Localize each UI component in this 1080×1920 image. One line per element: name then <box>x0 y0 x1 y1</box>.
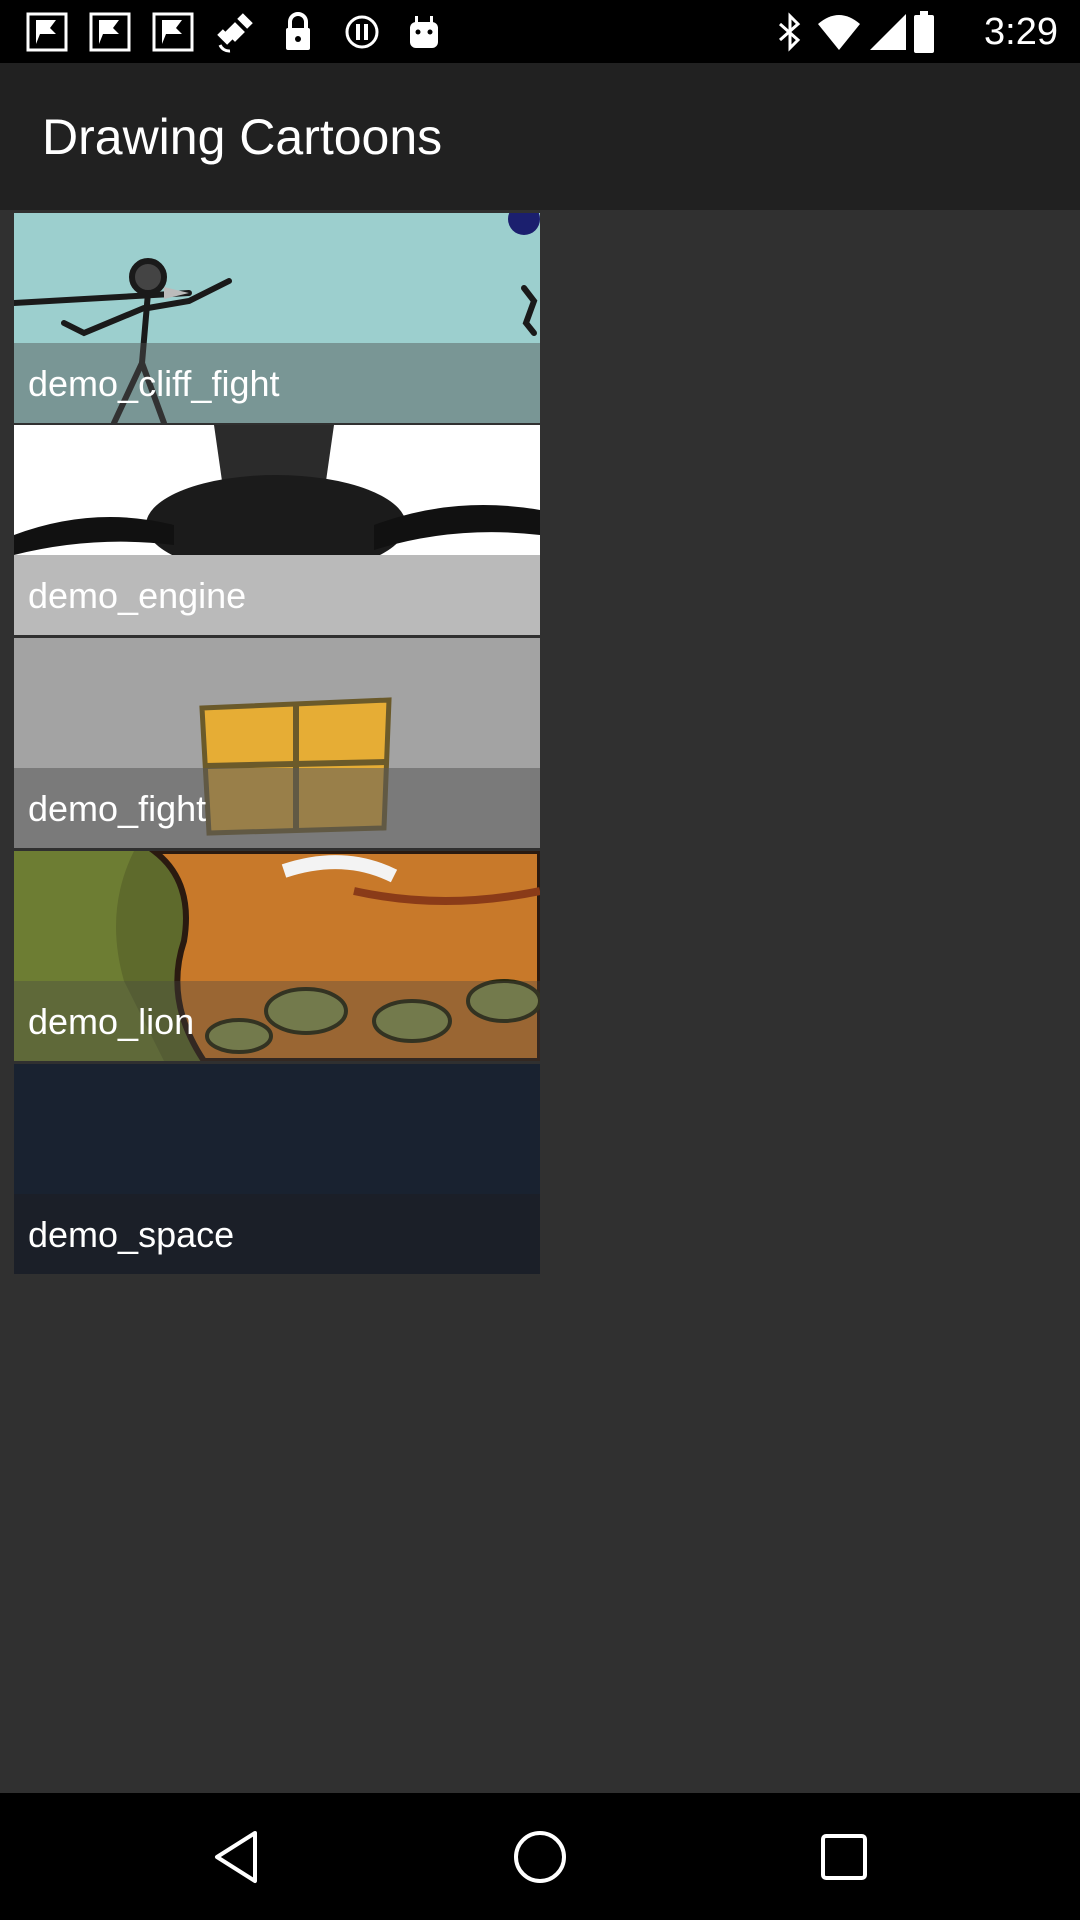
page-title: Drawing Cartoons <box>42 109 443 165</box>
item-label: demo_fight <box>28 788 207 829</box>
android-icon <box>406 12 442 52</box>
notification-flag-icon <box>26 12 68 52</box>
cellular-signal-icon <box>868 12 908 52</box>
back-icon[interactable] <box>196 1821 276 1893</box>
alert-circle-icon <box>344 12 380 52</box>
notification-flag-icon <box>89 12 131 52</box>
list-item-demo-cliff-fight[interactable]: demo_cliff_fight <box>14 213 540 423</box>
battery-icon <box>912 11 936 53</box>
list-item-demo-engine[interactable]: demo_engine <box>14 425 540 635</box>
bluetooth-icon <box>776 12 804 52</box>
item-label: demo_engine <box>28 575 247 616</box>
notification-flag-icon <box>152 12 194 52</box>
recents-icon[interactable] <box>804 1821 884 1893</box>
wifi-icon <box>816 12 862 52</box>
home-icon[interactable] <box>500 1821 580 1893</box>
list-item-demo-fight[interactable]: demo_fight <box>14 638 540 848</box>
clock-time: 3:29 <box>984 11 1058 53</box>
list-item-demo-lion[interactable]: demo_lion <box>14 851 540 1061</box>
item-label: demo_space <box>28 1214 235 1255</box>
navigation-bar <box>0 1793 1080 1920</box>
item-label: demo_cliff_fight <box>28 363 280 404</box>
list-item-demo-space[interactable]: demo_space <box>14 1064 540 1274</box>
lock-icon <box>284 12 312 52</box>
app-bar: Drawing Cartoons <box>0 63 1080 210</box>
item-label: demo_lion <box>28 1001 195 1042</box>
cartoon-list: demo_cliff_fight demo_engine demo_fight <box>0 210 1080 1793</box>
status-bar: 3:29 <box>0 0 1080 63</box>
fake-gps-satellite-icon <box>214 12 260 53</box>
